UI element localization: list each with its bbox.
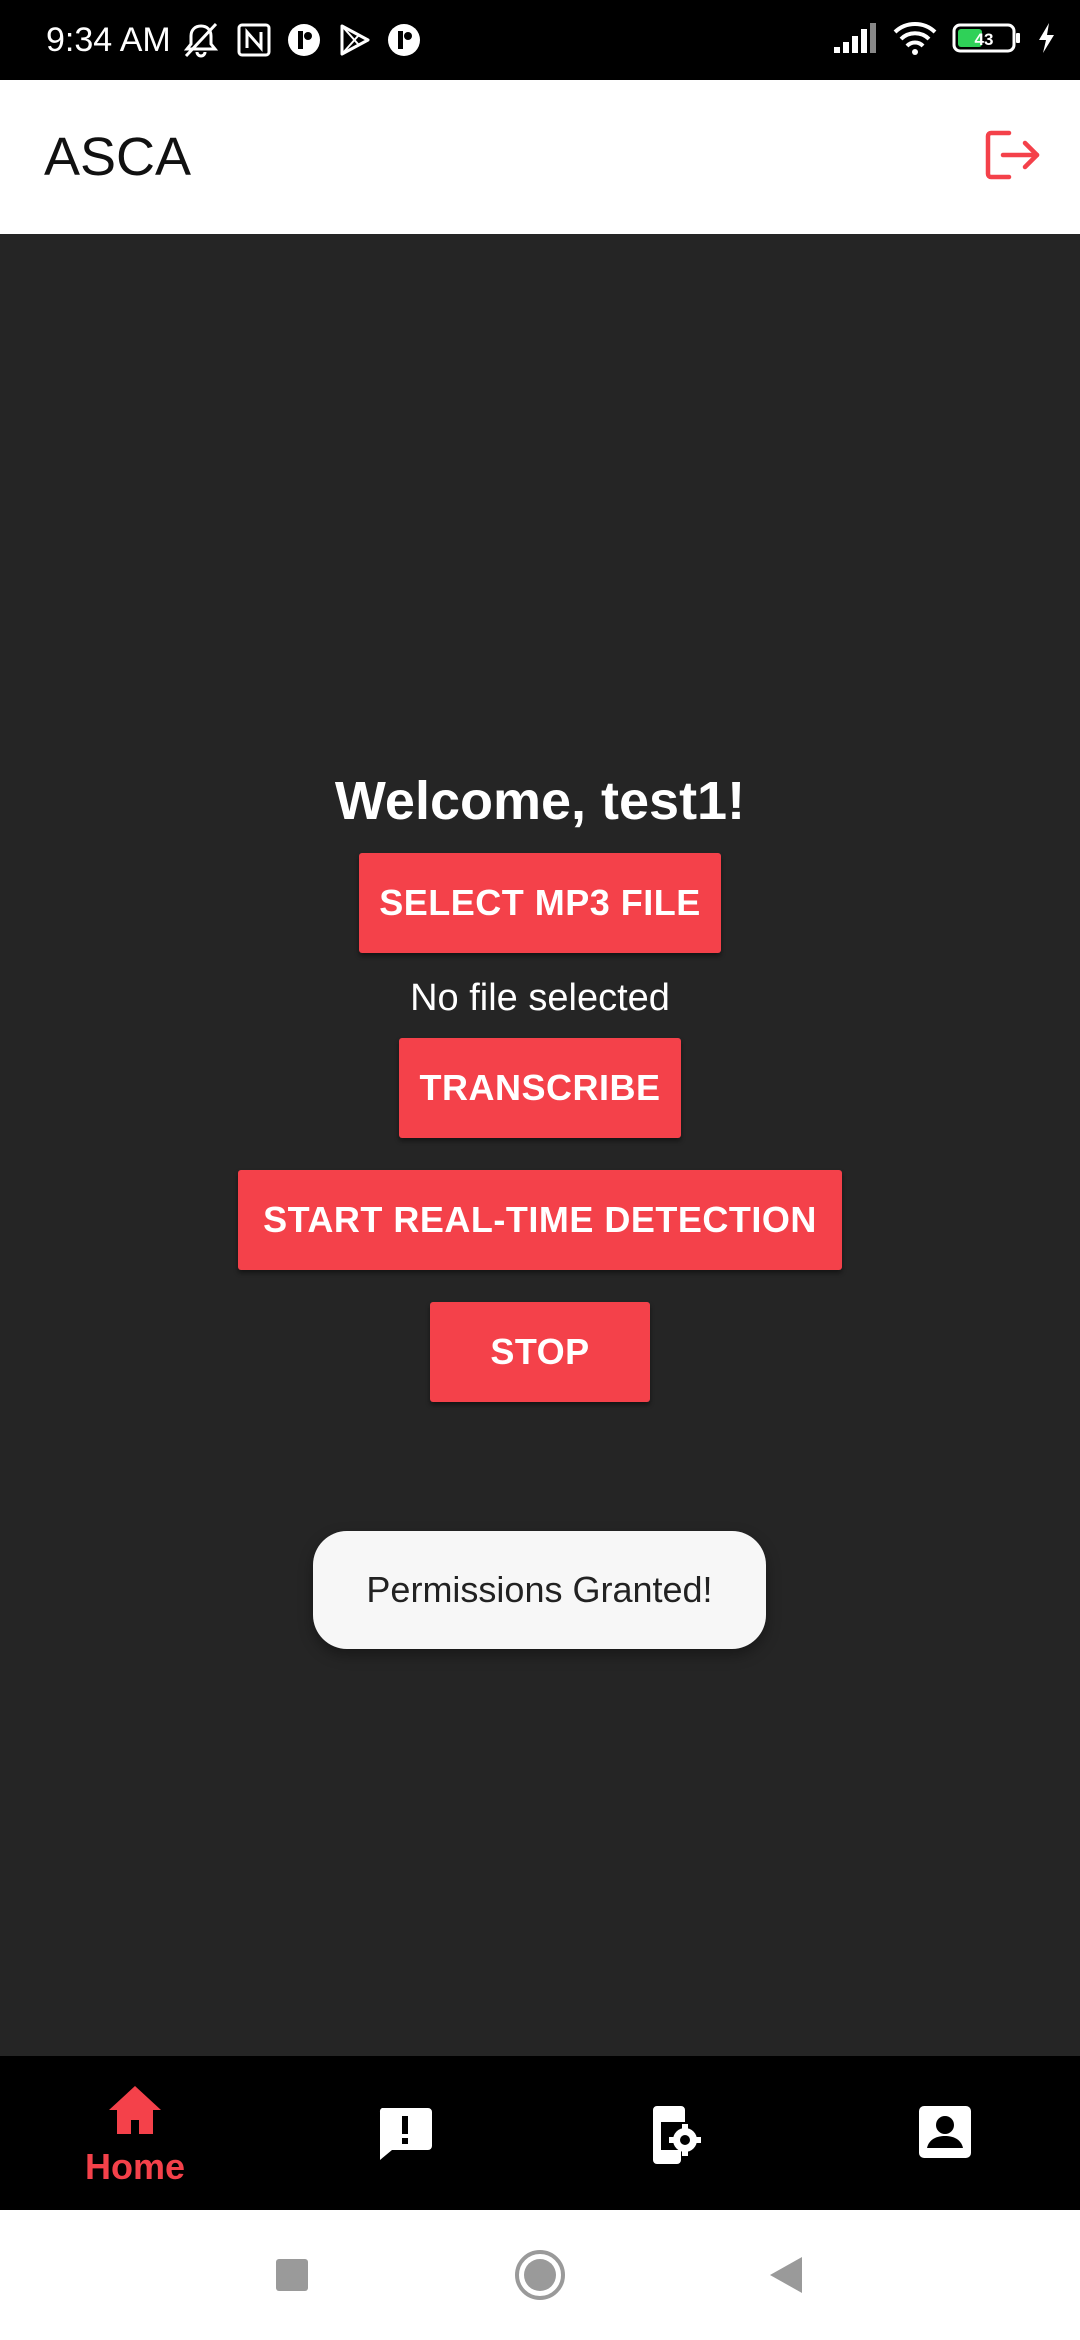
- recents-icon: [274, 2257, 310, 2298]
- signal-icon: [832, 21, 878, 60]
- back-icon: [766, 2253, 806, 2302]
- app-title: ASCA: [44, 127, 192, 187]
- file-status-text: No file selected: [410, 977, 670, 1019]
- status-icons-left: [180, 22, 422, 62]
- home-system-button[interactable]: [513, 2248, 567, 2307]
- battery-icon: 43: [952, 21, 1022, 60]
- system-nav-bar: [0, 2210, 1080, 2340]
- profile-icon: [917, 2104, 973, 2165]
- bottom-nav: Home: [0, 2056, 1080, 2210]
- charging-icon: [1036, 21, 1056, 60]
- battery-level: 43: [975, 30, 994, 49]
- transcribe-button[interactable]: TRANSCRIBE: [399, 1038, 681, 1138]
- welcome-heading: Welcome, test1!: [334, 771, 746, 831]
- home-icon: [105, 2082, 165, 2143]
- start-realtime-detection-button[interactable]: START REAL-TIME DETECTION: [238, 1170, 842, 1270]
- logout-icon: [983, 127, 1043, 188]
- screen: 9:34 AM 43 ASCA Welcome, test1! SELECT M…: [0, 0, 1080, 2340]
- play-store-icon: [336, 22, 372, 63]
- nfc-icon: [236, 22, 272, 63]
- select-mp3-button[interactable]: SELECT MP3 FILE: [359, 853, 721, 953]
- nav-item-device-settings[interactable]: [540, 2056, 810, 2210]
- wifi-icon: [892, 21, 938, 60]
- app-bar: ASCA: [0, 80, 1080, 234]
- nav-item-home[interactable]: Home: [0, 2056, 270, 2210]
- recents-button[interactable]: [265, 2250, 319, 2304]
- status-icons-right: 43: [832, 20, 1056, 60]
- app-notification-icon: [386, 22, 422, 63]
- back-button[interactable]: [759, 2250, 813, 2304]
- stop-button[interactable]: STOP: [430, 1302, 650, 1402]
- device-settings-icon: [647, 2104, 703, 2171]
- mute-icon: [180, 20, 222, 65]
- toast-message: Permissions Granted!: [313, 1531, 766, 1649]
- home-circle-icon: [513, 2248, 567, 2307]
- nav-item-profile[interactable]: [810, 2056, 1080, 2210]
- alert-message-icon: [376, 2104, 434, 2167]
- status-bar: 9:34 AM 43: [0, 0, 1080, 80]
- nav-item-alerts[interactable]: [270, 2056, 540, 2210]
- logout-button[interactable]: [980, 124, 1046, 190]
- status-time: 9:34 AM: [46, 21, 171, 59]
- nav-item-home-label: Home: [84, 2146, 186, 2187]
- app-notification-icon: [286, 22, 322, 63]
- main-content: Welcome, test1! SELECT MP3 FILE No file …: [0, 234, 1080, 2056]
